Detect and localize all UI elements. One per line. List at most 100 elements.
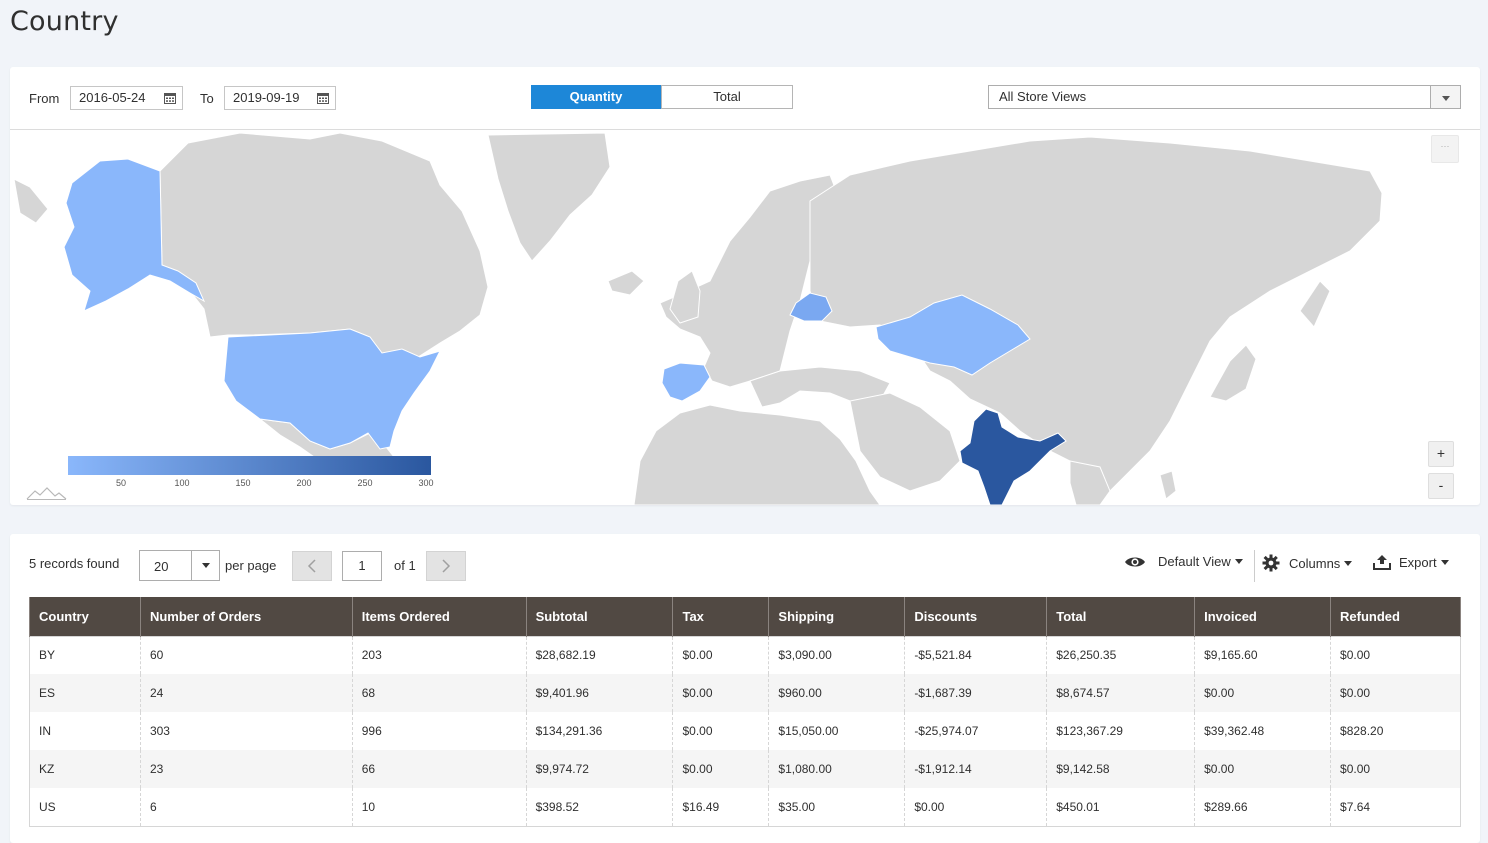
table-cell: $28,682.19 bbox=[525, 636, 674, 674]
legend-tick: 50 bbox=[115, 478, 126, 488]
table-cell: $0.00 bbox=[1330, 636, 1461, 674]
quantity-toggle[interactable]: Quantity bbox=[531, 85, 661, 109]
country-shape[interactable] bbox=[1299, 280, 1331, 328]
table-cell: $0.00 bbox=[1330, 750, 1461, 788]
table-row[interactable]: KZ 23 66 $9,974.72 $0.00 $1,080.00 -$1,912.14 $… bbox=[29, 750, 1461, 788]
table-cell: 68 bbox=[351, 674, 527, 712]
table-cell: $0.00 bbox=[672, 712, 770, 750]
table-row[interactable]: ES 24 68 $9,401.96 $0.00 $960.00 -$1,687.39 $8,… bbox=[29, 674, 1461, 712]
table-cell: $123,367.29 bbox=[1046, 712, 1196, 750]
table-cell: US bbox=[29, 788, 141, 826]
table-cell: -$1,912.14 bbox=[904, 750, 1048, 788]
column-header[interactable]: Discounts bbox=[904, 597, 1048, 636]
table-cell: $828.20 bbox=[1330, 712, 1461, 750]
per-page-value: 20 bbox=[154, 559, 169, 574]
table-body: BY 60 203 $28,682.19 $0.00 $3,090.00 -$5,521.8… bbox=[29, 636, 1461, 826]
column-header[interactable]: Country bbox=[29, 597, 141, 636]
page-of-label: of 1 bbox=[394, 558, 416, 573]
column-header[interactable]: Subtotal bbox=[525, 597, 674, 636]
prev-page-button[interactable] bbox=[292, 551, 332, 581]
table-cell: 10 bbox=[351, 788, 527, 826]
country-shape[interactable] bbox=[1159, 470, 1177, 500]
table-cell: $0.00 bbox=[1330, 674, 1461, 712]
table-header-row: Country Number of Orders Items Ordered S… bbox=[29, 597, 1461, 636]
table-cell: $960.00 bbox=[768, 674, 906, 712]
page-title: Country bbox=[10, 6, 119, 37]
legend-tick: 100 bbox=[174, 478, 190, 488]
table-cell: $398.52 bbox=[525, 788, 674, 826]
world-map[interactable] bbox=[10, 131, 1480, 505]
country-shape[interactable] bbox=[1209, 344, 1257, 402]
country-es[interactable] bbox=[661, 362, 711, 402]
column-header[interactable]: Items Ordered bbox=[351, 597, 527, 636]
column-header[interactable]: Total bbox=[1046, 597, 1196, 636]
legend-tick: 250 bbox=[357, 478, 373, 488]
zoom-out-button[interactable]: - bbox=[1428, 473, 1454, 499]
table-row[interactable]: US 6 10 $398.52 $16.49 $35.00 $0.00 $450.01 $289… bbox=[29, 788, 1461, 826]
chevron-down-icon[interactable] bbox=[1430, 86, 1460, 108]
toolbar-divider bbox=[1254, 550, 1255, 582]
table-cell: $9,974.72 bbox=[525, 750, 674, 788]
table-cell: 23 bbox=[139, 750, 353, 788]
store-view-select[interactable]: All Store Views bbox=[988, 85, 1461, 109]
column-header[interactable]: Invoiced bbox=[1194, 597, 1332, 636]
table-cell: $8,674.57 bbox=[1046, 674, 1196, 712]
page-number-input[interactable]: 1 bbox=[342, 551, 382, 581]
table-cell: $15,050.00 bbox=[768, 712, 906, 750]
table-cell: 24 bbox=[139, 674, 353, 712]
table-cell: $0.00 bbox=[672, 636, 770, 674]
to-date-value: 2019-09-19 bbox=[233, 90, 300, 105]
country-shape[interactable] bbox=[607, 270, 645, 296]
column-header[interactable]: Number of Orders bbox=[139, 597, 353, 636]
legend-tick: 150 bbox=[235, 478, 251, 488]
table-row[interactable]: IN 303 996 $134,291.36 $0.00 $15,050.00 -$25,9… bbox=[29, 712, 1461, 750]
country-shape[interactable] bbox=[487, 132, 611, 262]
country-shape[interactable] bbox=[633, 404, 881, 505]
to-label: To bbox=[200, 91, 214, 106]
country-shape[interactable] bbox=[669, 270, 701, 324]
export-button[interactable]: Export bbox=[1373, 554, 1449, 570]
calendar-icon[interactable] bbox=[164, 92, 176, 104]
columns-button[interactable]: Columns bbox=[1262, 554, 1353, 572]
table-cell: 203 bbox=[351, 636, 527, 674]
column-header[interactable]: Shipping bbox=[768, 597, 906, 636]
column-header[interactable]: Refunded bbox=[1330, 597, 1461, 636]
table-cell: $3,090.00 bbox=[768, 636, 906, 674]
table-cell: $0.00 bbox=[1194, 674, 1332, 712]
table-cell: $39,362.48 bbox=[1194, 712, 1332, 750]
from-date-field[interactable]: 2016-05-24 bbox=[70, 86, 183, 110]
country-shape[interactable] bbox=[849, 392, 961, 492]
legend-tick: 200 bbox=[296, 478, 312, 488]
to-date-field[interactable]: 2019-09-19 bbox=[224, 86, 336, 110]
table-cell: 6 bbox=[139, 788, 353, 826]
per-page-select[interactable]: 20 bbox=[139, 550, 220, 581]
table-cell: $450.01 bbox=[1046, 788, 1196, 826]
default-view-button[interactable]: Default View bbox=[1124, 554, 1243, 569]
calendar-icon[interactable] bbox=[317, 92, 329, 104]
table-cell: -$5,521.84 bbox=[904, 636, 1048, 674]
from-label: From bbox=[29, 91, 60, 106]
table-row[interactable]: BY 60 203 $28,682.19 $0.00 $3,090.00 -$5,521.8… bbox=[29, 636, 1461, 674]
map-menu-button[interactable]: ··· bbox=[1431, 135, 1459, 163]
table-cell: $0.00 bbox=[1194, 750, 1332, 788]
country-report-table: Country Number of Orders Items Ordered S… bbox=[29, 597, 1461, 827]
filter-bar: From 2016-05-24 To 2019-09-19 Quantity T… bbox=[10, 67, 1480, 130]
eye-icon bbox=[1125, 557, 1145, 566]
country-shape[interactable] bbox=[13, 178, 49, 224]
chevron-down-icon[interactable] bbox=[191, 551, 219, 580]
caret-down-icon bbox=[1234, 559, 1243, 564]
legend-tick: 300 bbox=[418, 478, 434, 488]
column-header[interactable]: Tax bbox=[672, 597, 770, 636]
zoom-in-button[interactable]: + bbox=[1428, 441, 1454, 467]
table-cell: -$1,687.39 bbox=[904, 674, 1048, 712]
table-cell: ES bbox=[29, 674, 141, 712]
table-cell: $9,401.96 bbox=[525, 674, 674, 712]
chevron-right-icon bbox=[442, 559, 451, 573]
table-cell: $9,165.60 bbox=[1194, 636, 1332, 674]
next-page-button[interactable] bbox=[426, 551, 466, 581]
table-cell: 303 bbox=[139, 712, 353, 750]
default-view-label: Default View bbox=[1158, 554, 1231, 569]
total-toggle[interactable]: Total bbox=[661, 85, 793, 109]
table-cell: $0.00 bbox=[672, 750, 770, 788]
table-cell: $16.49 bbox=[672, 788, 770, 826]
